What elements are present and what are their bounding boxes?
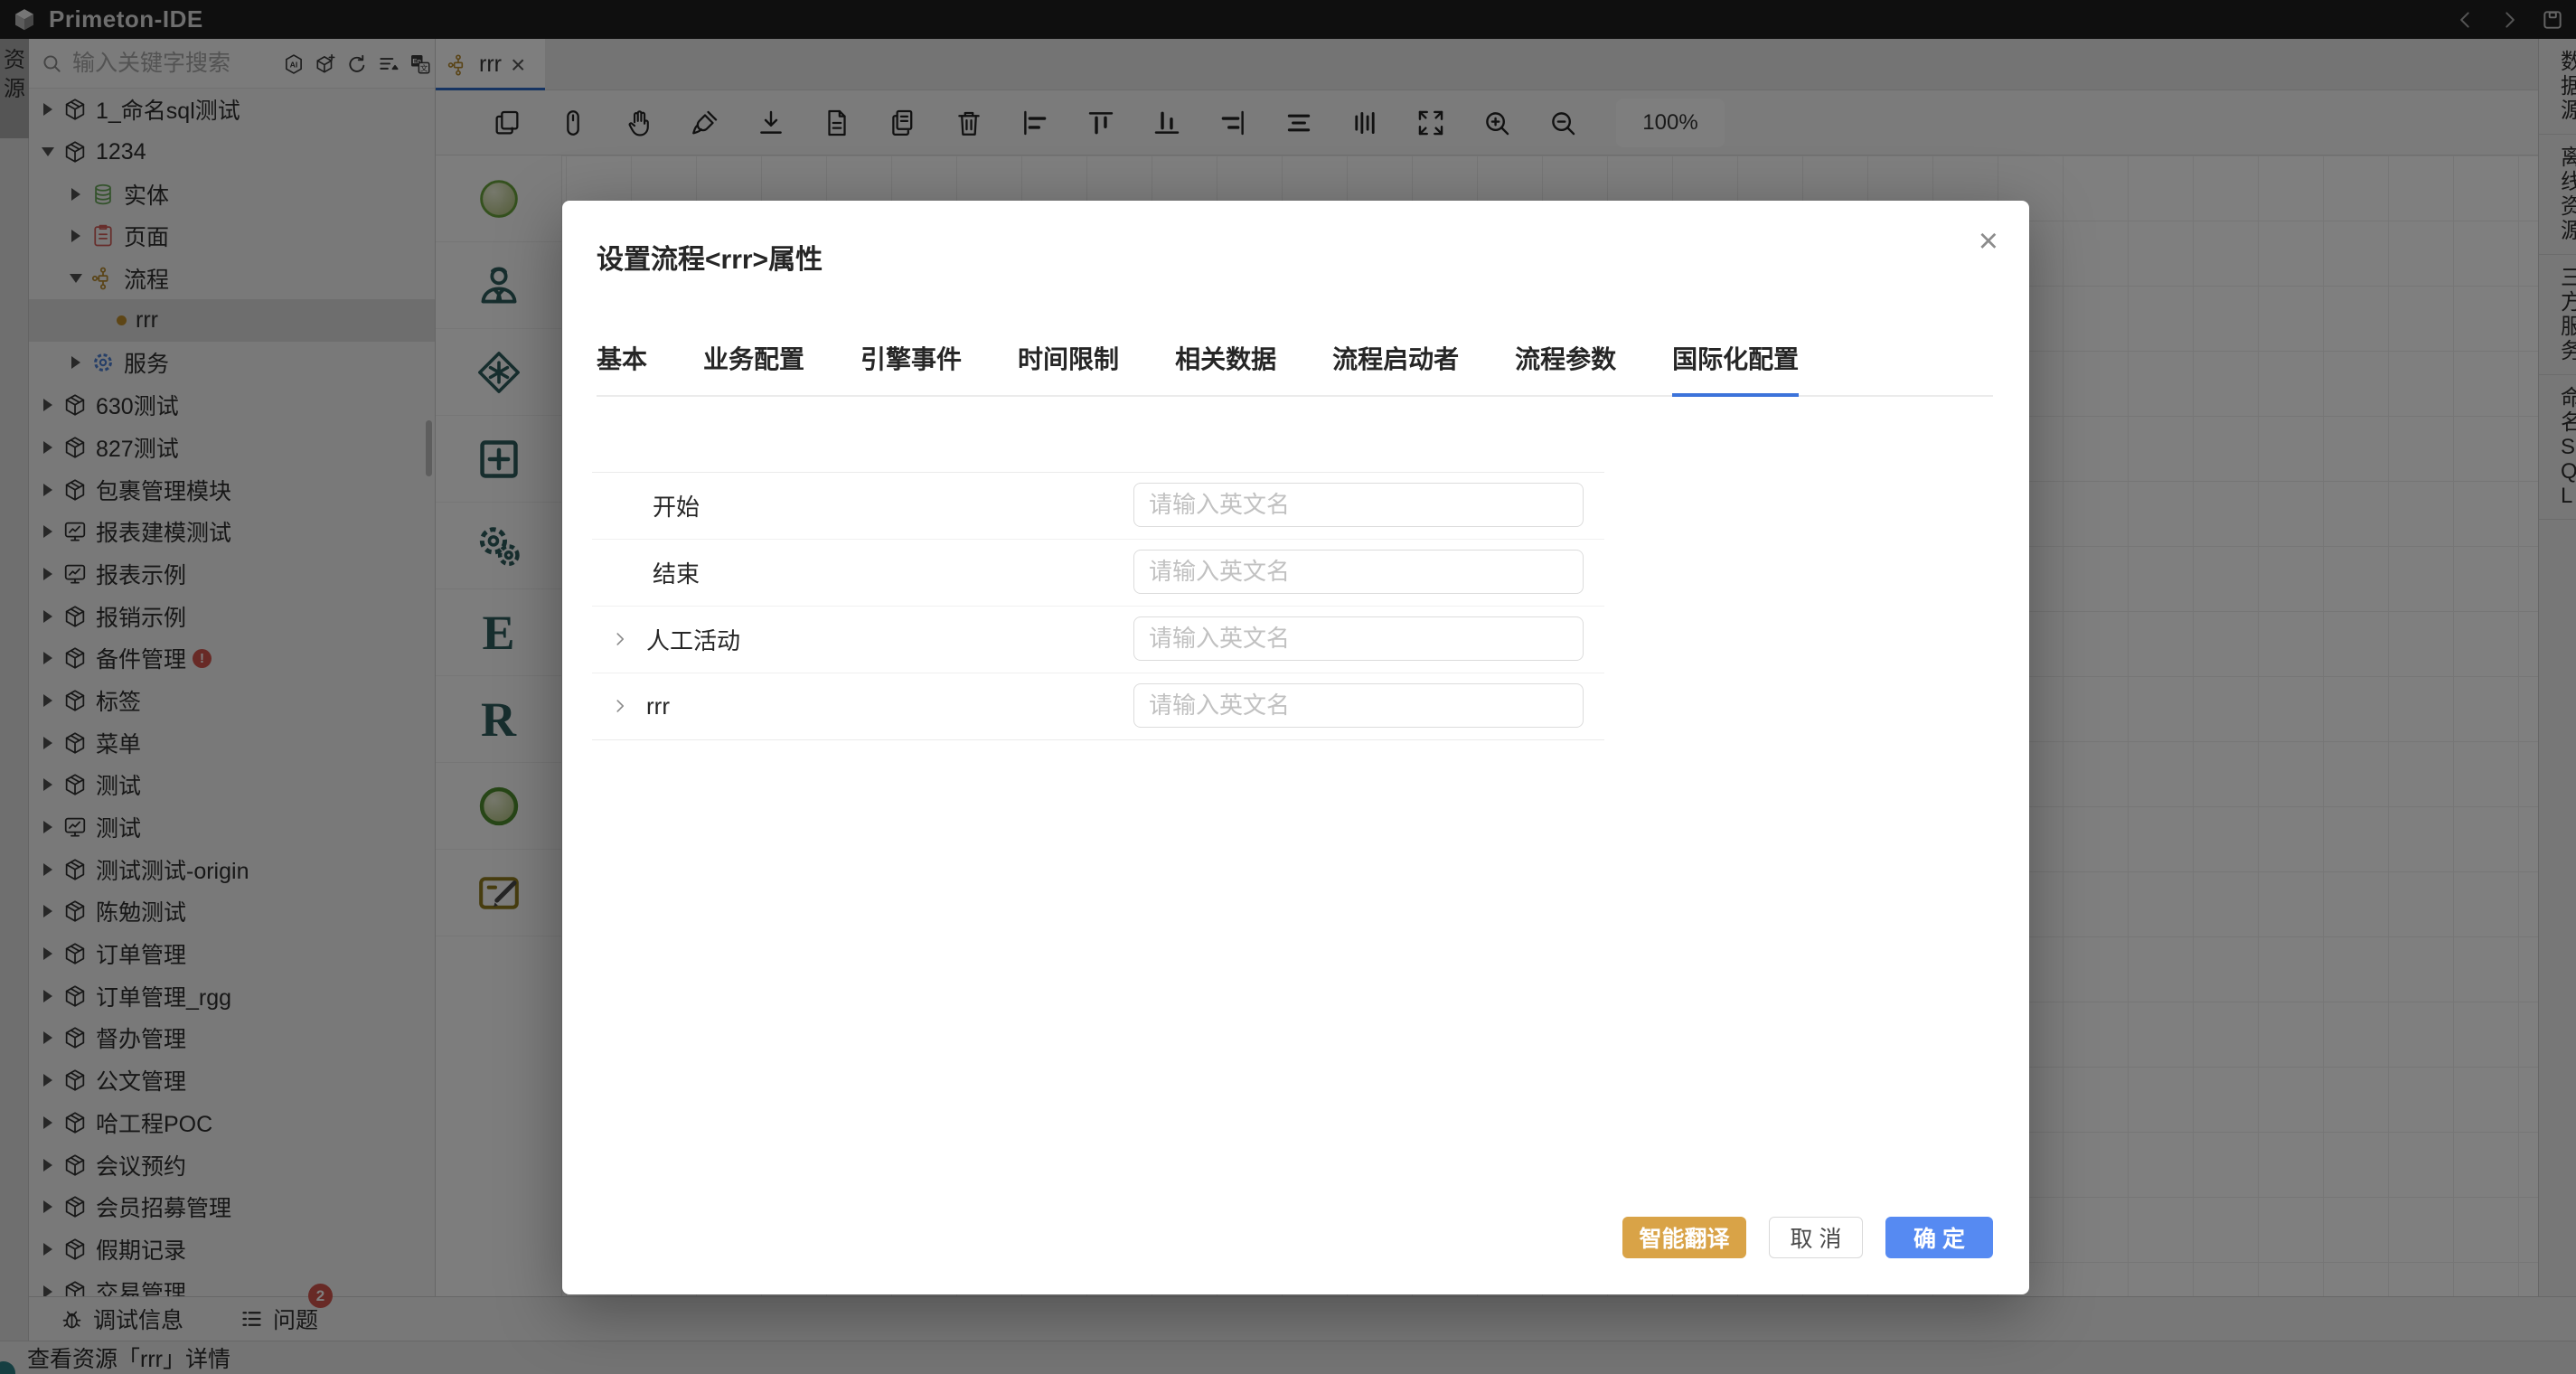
smart-translate-button[interactable]: 智能翻译 bbox=[1622, 1217, 1746, 1258]
english-name-input[interactable] bbox=[1133, 683, 1584, 728]
dialog-close-icon[interactable]: × bbox=[1979, 224, 1998, 259]
ok-button[interactable]: 确 定 bbox=[1885, 1217, 1993, 1258]
dialog-tab[interactable]: 相关数据 bbox=[1175, 345, 1276, 397]
dialog-tab[interactable]: 流程参数 bbox=[1515, 345, 1616, 397]
dialog-tab[interactable]: 业务配置 bbox=[703, 345, 804, 397]
dialog-tab[interactable]: 国际化配置 bbox=[1672, 345, 1799, 397]
dialog-tabs: 基本 业务配置 引擎事件 时间限制 相关数据 流程启动者 流程参数 国际化配置 bbox=[597, 345, 1799, 397]
english-name-input[interactable] bbox=[1133, 616, 1584, 661]
i18n-row-label: 人工活动 bbox=[646, 607, 740, 673]
chevron-right-icon[interactable] bbox=[610, 696, 630, 716]
dialog-tab[interactable]: 引擎事件 bbox=[860, 345, 962, 397]
i18n-row: 开始 bbox=[592, 473, 1604, 540]
dialog-title: 设置流程<rrr>属性 bbox=[597, 237, 823, 277]
i18n-row-label: 开始 bbox=[653, 473, 700, 539]
dialog-tab[interactable]: 流程启动者 bbox=[1332, 345, 1459, 397]
primeton-ide-window: Primeton-IDE 资源 1_命名sql测试1234实体页面流程rrr服务… bbox=[0, 0, 2576, 1374]
i18n-row-label: rrr bbox=[646, 673, 670, 739]
english-name-input[interactable] bbox=[1133, 483, 1584, 527]
i18n-row: 结束 bbox=[592, 540, 1604, 607]
i18n-row: 人工活动 bbox=[592, 607, 1604, 673]
dialog-tab[interactable]: 基本 bbox=[597, 345, 647, 397]
i18n-row-label: 结束 bbox=[653, 540, 700, 606]
process-properties-dialog: 设置流程<rrr>属性 × 基本 业务配置 引擎事件 时间限制 相关数据 流程启动者 流程参… bbox=[562, 201, 2029, 1294]
i18n-config-table: 开始结束人工活动rrr bbox=[592, 472, 1604, 740]
chevron-right-icon[interactable] bbox=[610, 629, 630, 649]
dialog-tab[interactable]: 时间限制 bbox=[1018, 345, 1119, 397]
i18n-row: rrr bbox=[592, 673, 1604, 740]
cancel-button[interactable]: 取 消 bbox=[1769, 1217, 1863, 1258]
english-name-input[interactable] bbox=[1133, 550, 1584, 594]
